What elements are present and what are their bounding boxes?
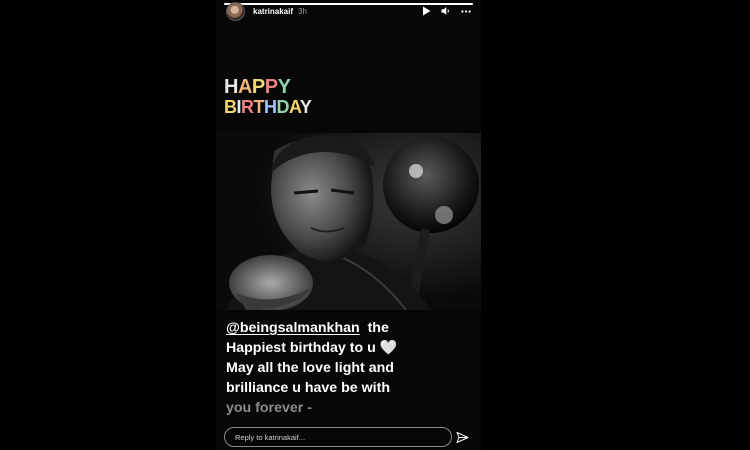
reply-input[interactable]: Reply to katrinakaif... (224, 427, 452, 447)
post-time: 3h (298, 6, 307, 16)
caption-line-5: you forever - (226, 400, 312, 416)
happy-birthday-sticker: HAPPY BIRTHDAY (224, 76, 312, 117)
caption-line-3: May all the love light and (226, 360, 394, 376)
send-icon[interactable] (456, 431, 469, 444)
reply-placeholder: Reply to katrinakaif... (235, 432, 306, 442)
caption-line-2-text: Happiest birthday to u (226, 340, 376, 356)
portrait-image (216, 133, 481, 311)
play-icon[interactable] (421, 6, 431, 16)
caption-line-1-text: the (367, 320, 389, 336)
story-caption: @beingsalmankhan the Happiest birthday t… (226, 318, 474, 418)
story-header: katrinakaif 3h (216, 0, 481, 22)
white-heart-icon: 🤍 (379, 340, 398, 356)
sticker-line-birthday: BIRTHDAY (224, 97, 312, 117)
caption-line-1: @beingsalmankhan the (226, 318, 474, 338)
story-controls (421, 6, 475, 16)
story-photo (216, 133, 481, 311)
username[interactable]: katrinakaif (253, 7, 293, 16)
avatar[interactable] (226, 1, 245, 21)
volume-icon[interactable] (441, 6, 451, 16)
sticker-line-happy: HAPPY (224, 76, 291, 98)
more-icon[interactable] (461, 6, 471, 16)
caption-line-2: Happiest birthday to u 🤍 (226, 338, 474, 358)
caption-line-4: brilliance u have be with (226, 380, 390, 396)
story-viewer: katrinakaif 3h HAPPY BIRTHDAY @beingsalm… (216, 0, 481, 450)
user-mention[interactable]: @beingsalmankhan (226, 320, 360, 336)
